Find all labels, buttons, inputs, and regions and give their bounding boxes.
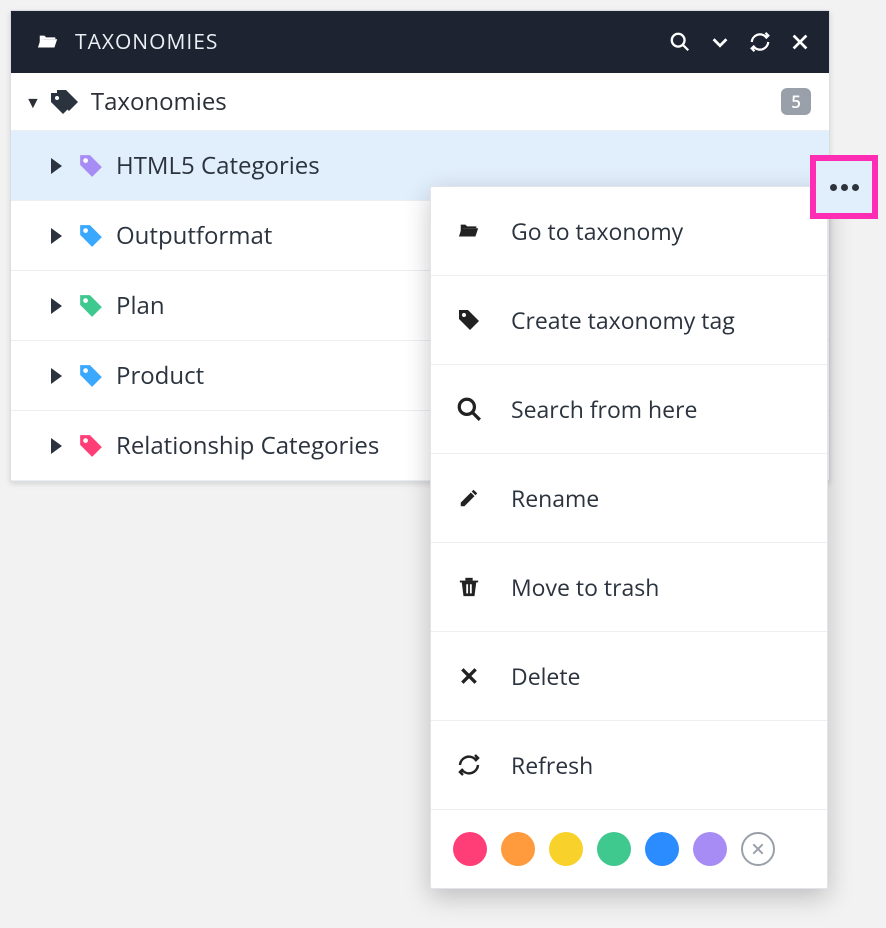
menu-refresh[interactable]: Refresh	[431, 721, 827, 810]
folder-open-icon	[455, 220, 483, 242]
clear-color-button[interactable]	[741, 832, 775, 866]
expand-icon	[51, 368, 62, 384]
color-swatch[interactable]	[645, 832, 679, 866]
color-swatch[interactable]	[693, 832, 727, 866]
tree-item-label: Outputformat	[116, 219, 272, 252]
panel-header: TAXONOMIES	[11, 11, 829, 73]
tree-root-label: Taxonomies	[91, 85, 227, 118]
menu-search-here[interactable]: Search from here	[431, 365, 827, 454]
menu-label: Move to trash	[511, 571, 659, 603]
search-icon[interactable]	[669, 31, 691, 53]
refresh-icon	[455, 753, 483, 777]
close-icon[interactable]	[789, 31, 811, 53]
menu-label: Search from here	[511, 393, 697, 425]
color-swatch[interactable]	[597, 832, 631, 866]
chevron-down-icon[interactable]	[709, 31, 731, 53]
folder-open-icon	[35, 31, 61, 53]
tag-icon	[78, 153, 104, 179]
menu-label: Refresh	[511, 749, 593, 781]
tree-item-label: Product	[116, 359, 204, 392]
menu-label: Delete	[511, 660, 580, 692]
tag-icon	[78, 433, 104, 459]
expand-icon	[51, 298, 62, 314]
menu-create-tag[interactable]: Create taxonomy tag	[431, 276, 827, 365]
menu-delete[interactable]: Delete	[431, 632, 827, 721]
tags-icon	[51, 90, 81, 114]
count-badge: 5	[781, 88, 811, 115]
close-icon	[455, 666, 483, 686]
tree-item-label: HTML5 Categories	[116, 149, 320, 182]
tag-icon	[78, 363, 104, 389]
expand-icon	[51, 228, 62, 244]
tag-icon	[455, 308, 483, 332]
color-swatch[interactable]	[453, 832, 487, 866]
collapse-icon: ▼	[25, 91, 41, 113]
menu-go-to-taxonomy[interactable]: Go to taxonomy	[431, 187, 827, 276]
trash-icon	[455, 575, 483, 599]
color-swatch[interactable]	[549, 832, 583, 866]
menu-label: Rename	[511, 482, 599, 514]
color-picker-row	[431, 810, 827, 888]
tag-icon	[78, 293, 104, 319]
context-menu: Go to taxonomy Create taxonomy tag Searc…	[430, 186, 828, 889]
tag-icon	[78, 223, 104, 249]
tree-item-label: Relationship Categories	[116, 429, 379, 462]
expand-icon	[51, 158, 62, 174]
panel-title: TAXONOMIES	[75, 28, 218, 56]
ellipsis-icon	[830, 184, 859, 191]
color-swatch[interactable]	[501, 832, 535, 866]
tree-root[interactable]: ▼ Taxonomies 5	[11, 73, 829, 131]
pencil-icon	[455, 487, 483, 509]
expand-icon	[51, 438, 62, 454]
menu-label: Go to taxonomy	[511, 215, 683, 247]
menu-label: Create taxonomy tag	[511, 304, 735, 336]
row-actions-button[interactable]	[810, 155, 878, 219]
search-icon	[455, 396, 483, 422]
tree-item-label: Plan	[116, 289, 165, 322]
menu-rename[interactable]: Rename	[431, 454, 827, 543]
menu-move-to-trash[interactable]: Move to trash	[431, 543, 827, 632]
refresh-icon[interactable]	[749, 31, 771, 53]
